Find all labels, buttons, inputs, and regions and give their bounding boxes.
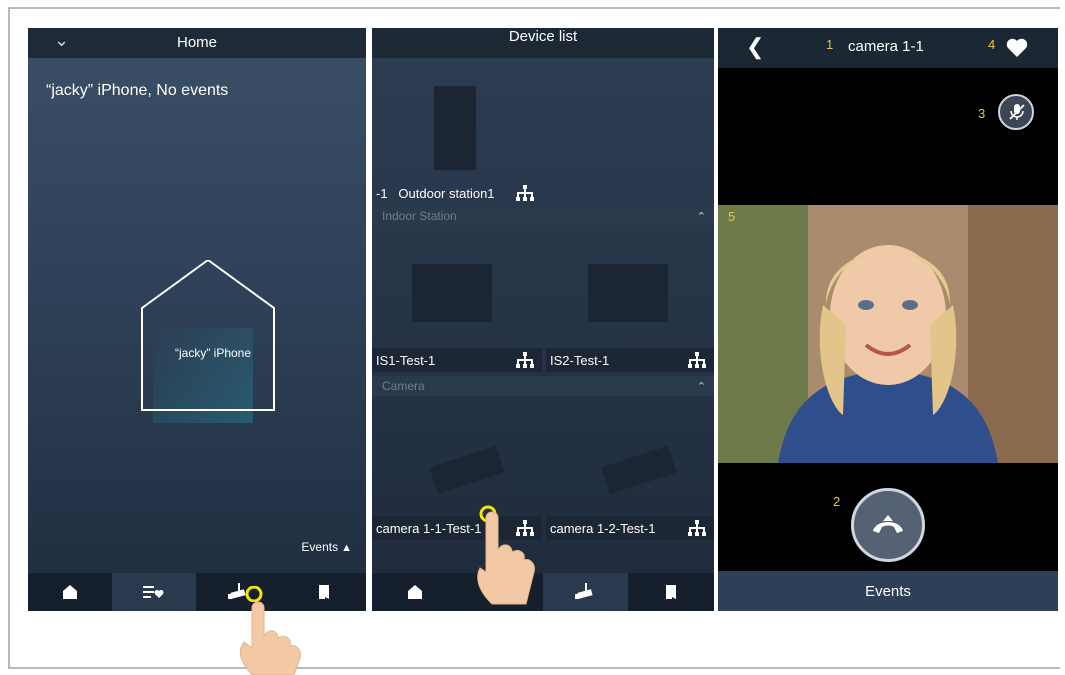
- section-camera[interactable]: Camera ⌃: [372, 376, 714, 396]
- device-label: camera 1-1-Test-1: [376, 521, 482, 536]
- tab-favorites[interactable]: [112, 573, 196, 611]
- device-id-prefix: -1: [376, 186, 388, 201]
- device-label: Outdoor station1: [398, 186, 495, 201]
- chevron-up-icon: ⌃: [696, 381, 706, 393]
- section-indoor-station[interactable]: Indoor Station ⌃: [372, 206, 714, 226]
- events-bar[interactable]: Events: [718, 571, 1058, 611]
- events-label: Events: [865, 583, 911, 600]
- mic-off-icon: [1009, 104, 1025, 120]
- pointing-hand-icon: [477, 511, 535, 605]
- tab-door[interactable]: [628, 573, 714, 611]
- mute-button[interactable]: [998, 94, 1034, 130]
- camera-icon: [574, 583, 593, 599]
- chevron-up-icon: ▲: [341, 542, 352, 554]
- house-label: “jacky” iPhone: [174, 346, 252, 360]
- chevron-left-icon[interactable]: ❮: [746, 34, 764, 60]
- section-label: Indoor Station: [382, 209, 457, 223]
- camera-device-image: [601, 445, 677, 495]
- network-icon: [516, 185, 534, 201]
- device-label: camera 1-2-Test-1: [550, 521, 656, 536]
- page-title: Device list: [508, 28, 578, 45]
- events-toggle[interactable]: Events ▲: [301, 540, 352, 554]
- page-title: Home: [176, 34, 217, 51]
- device-item-camera-2[interactable]: camera 1-2-Test-1: [546, 516, 714, 540]
- callout-1: 1: [826, 37, 834, 52]
- network-icon: [688, 520, 706, 536]
- favorites-list-icon: [143, 586, 164, 598]
- hang-up-button[interactable]: [851, 488, 925, 562]
- camera-header: ❮ 1 camera 1-1 4: [718, 28, 1058, 68]
- home-screen: ⌄ Home “jacky” iPhone, No events “jacky”…: [28, 28, 366, 611]
- home-icon: [63, 585, 77, 599]
- device-item-outdoor[interactable]: -1 Outdoor station1: [372, 181, 542, 205]
- device-label: IS1-Test-1: [376, 353, 436, 368]
- camera-view-screen: ❮ 1 camera 1-1 4 3 5 2 Events: [718, 28, 1058, 611]
- camera-device-image: [429, 445, 505, 495]
- door-icon: [318, 585, 329, 599]
- tab-home[interactable]: [28, 573, 112, 611]
- door-icon: [666, 585, 676, 599]
- tab-home[interactable]: [372, 573, 458, 611]
- video-frame-image: [718, 205, 1058, 463]
- tab-camera[interactable]: [543, 573, 628, 611]
- home-header: ⌄ Home: [28, 28, 366, 58]
- device-list-header: Device list: [372, 28, 714, 58]
- callout-3: 3: [978, 106, 986, 121]
- events-label: Events: [301, 540, 339, 554]
- device-label: IS2-Test-1: [550, 353, 610, 368]
- callout-2: 2: [833, 494, 841, 509]
- status-message: “jacky” iPhone, No events: [46, 82, 229, 99]
- home-icon: [408, 585, 422, 599]
- indoor-station-image: [588, 264, 668, 322]
- device-item-indoor-1[interactable]: IS1-Test-1: [372, 348, 542, 372]
- callout-4: 4: [988, 37, 996, 52]
- indoor-station-image: [412, 264, 492, 322]
- callout-5: 5: [728, 209, 736, 224]
- section-label: Camera: [382, 379, 425, 393]
- house-icon[interactable]: [138, 260, 278, 430]
- network-icon: [688, 352, 706, 368]
- device-item-indoor-2[interactable]: IS2-Test-1: [546, 348, 714, 372]
- pointing-hand-icon: [239, 601, 301, 675]
- tab-bar: [28, 573, 366, 611]
- outdoor-station-image: [434, 86, 476, 170]
- camera-video-feed: 5: [718, 205, 1058, 463]
- chevron-up-icon: ⌃: [696, 211, 706, 223]
- hang-up-icon: [873, 515, 903, 533]
- network-icon: [516, 352, 534, 368]
- page-title: camera 1-1: [848, 38, 924, 55]
- heart-icon[interactable]: [1006, 38, 1028, 58]
